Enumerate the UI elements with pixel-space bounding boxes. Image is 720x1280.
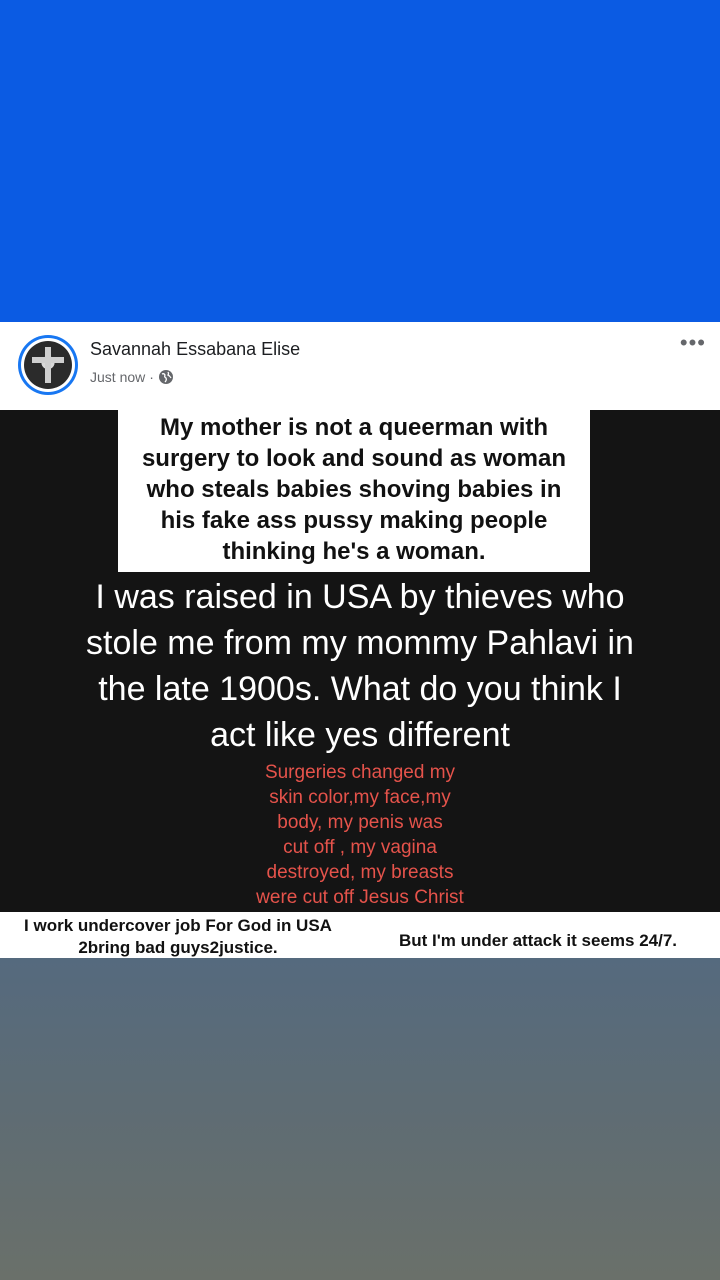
caption-line: who steals babies shoving babies in [146, 476, 562, 503]
avatar-image [24, 341, 72, 389]
globe-icon[interactable] [158, 369, 174, 385]
red-line: body, my penis was [277, 812, 443, 833]
top-background [0, 0, 720, 322]
author-name[interactable]: Savannah Essabana Elise [90, 339, 300, 360]
bottom-right-line: But I'm under attack it seems 24/7. [398, 931, 678, 950]
bottom-left-caption-box: I work undercover job For God in USA 2br… [0, 912, 356, 958]
caption-line: surgery to look and sound as woman [141, 445, 567, 472]
post-meta: Just now · [90, 369, 174, 385]
red-line: cut off , my vagina [283, 837, 437, 858]
statement-line: the late 1900s. What do you think I [98, 670, 622, 708]
statement-line: stole me from my mommy Pahlavi in [86, 624, 634, 662]
red-line: were cut off Jesus Christ [256, 887, 464, 908]
meta-separator: · [149, 369, 154, 385]
white-caption-box: My mother is not a queerman with surgery… [118, 410, 590, 572]
main-statement: I was raised in USA by thieves who stole… [20, 574, 700, 758]
red-line: destroyed, my breasts [266, 862, 454, 883]
red-statement: Surgeries changed my skin color,my face,… [220, 760, 500, 910]
red-line: Surgeries changed my [264, 762, 456, 783]
post-image[interactable]: My mother is not a queerman with surgery… [0, 410, 720, 958]
caption-line: My mother is not a queerman with [159, 414, 549, 441]
avatar-ring [21, 338, 75, 392]
caption-line: his fake ass pussy making people [160, 507, 548, 534]
bottom-right-caption-box: But I'm under attack it seems 24/7. [356, 912, 720, 958]
red-line: skin color,my face,my [269, 787, 451, 808]
more-options-button[interactable]: ••• [680, 332, 706, 354]
bottom-left-line: 2bring bad guys2justice. [78, 938, 278, 957]
bottom-background [0, 958, 720, 1280]
statement-line: act like yes different [210, 716, 510, 754]
avatar[interactable] [18, 335, 78, 395]
statement-line: I was raised in USA by thieves who [95, 578, 625, 616]
post-header: Savannah Essabana Elise Just now · ••• [0, 322, 720, 410]
caption-line: thinking he's a woman. [222, 538, 486, 565]
bottom-left-line: I work undercover job For God in USA [24, 916, 332, 935]
timestamp[interactable]: Just now [90, 369, 145, 385]
